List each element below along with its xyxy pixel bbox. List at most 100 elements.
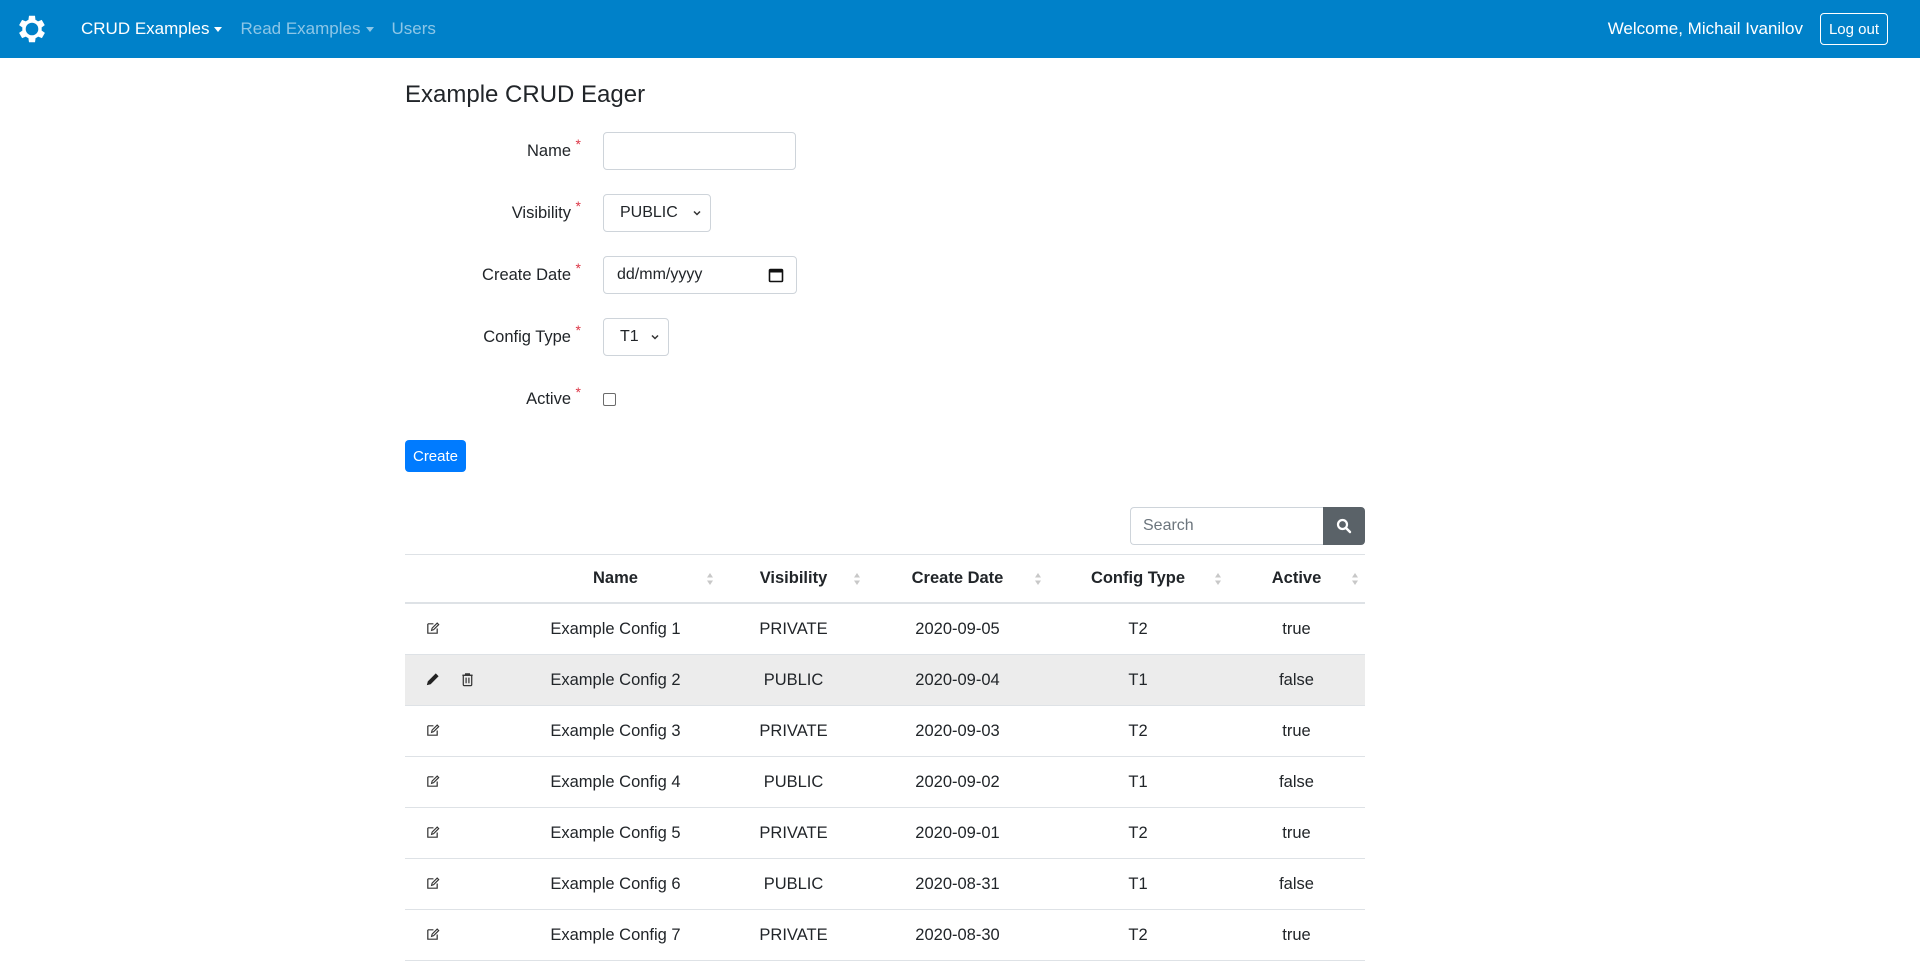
cell-visibility: PRIVATE xyxy=(759,619,828,638)
config-type-label: Config Type * xyxy=(405,322,581,347)
table-row[interactable]: Example Config 6 PUBLIC 2020-08-31 T1 fa… xyxy=(405,859,1365,910)
chevron-down-icon xyxy=(693,210,701,216)
create-date-input[interactable]: dd/mm/yyyy xyxy=(603,256,797,294)
cell-config-type: T2 xyxy=(1128,925,1148,944)
cell-create-date: 2020-09-01 xyxy=(915,823,1000,842)
cell-active: true xyxy=(1282,721,1311,740)
sort-icon xyxy=(1035,572,1041,585)
cell-active: false xyxy=(1279,874,1314,893)
table-row[interactable]: Example Config 3 PRIVATE 2020-09-03 T2 t… xyxy=(405,706,1365,757)
create-date-label-text: Create Date xyxy=(482,265,571,284)
edit-icon[interactable] xyxy=(425,876,441,892)
table-row[interactable]: Example Config 5 PRIVATE 2020-09-01 T2 t… xyxy=(405,808,1365,859)
table-row[interactable]: Example Config 4 PUBLIC 2020-09-02 T1 fa… xyxy=(405,757,1365,808)
cell-visibility: PRIVATE xyxy=(759,823,828,842)
cell-config-type: T1 xyxy=(1128,874,1148,893)
logout-button[interactable]: Log out xyxy=(1819,13,1888,45)
required-marker: * xyxy=(575,321,581,338)
nav-users-label: Users xyxy=(391,19,436,38)
nav-crud-examples-label: CRUD Examples xyxy=(81,19,210,38)
column-header-visibility[interactable]: Visibility xyxy=(720,555,867,602)
active-checkbox[interactable] xyxy=(603,392,616,406)
nav-users[interactable]: Users xyxy=(383,19,445,39)
column-header-label: Config Type xyxy=(1090,569,1186,587)
cell-name: Example Config 5 xyxy=(550,823,681,842)
form-row-config-type: Config Type * T1 xyxy=(405,317,1365,357)
form-row-name: Name * xyxy=(405,131,1365,171)
table-row[interactable]: Example Config 2 PUBLIC 2020-09-04 T1 fa… xyxy=(405,655,1365,706)
welcome-text: Welcome, Michail Ivanilov xyxy=(1607,19,1803,38)
cell-visibility: PUBLIC xyxy=(763,874,824,893)
cell-create-date: 2020-08-30 xyxy=(915,925,1000,944)
nav-read-examples-label: Read Examples xyxy=(240,19,361,38)
visibility-label: Visibility * xyxy=(405,198,581,223)
row-actions xyxy=(405,672,511,688)
sort-icon xyxy=(854,572,860,585)
edit-icon[interactable] xyxy=(425,774,441,790)
cell-visibility: PUBLIC xyxy=(763,772,824,791)
row-actions xyxy=(405,825,511,841)
cell-config-type: T2 xyxy=(1128,619,1148,638)
nav-read-examples[interactable]: Read Examples xyxy=(231,19,382,39)
cell-config-type: T2 xyxy=(1128,823,1148,842)
cell-active: true xyxy=(1282,925,1311,944)
table-row[interactable]: Example Config 7 PRIVATE 2020-08-30 T2 t… xyxy=(405,910,1365,961)
search-icon xyxy=(1336,518,1352,534)
name-label: Name * xyxy=(405,136,581,161)
chevron-down-icon xyxy=(651,334,659,340)
active-label-text: Active xyxy=(526,389,571,408)
edit-icon[interactable] xyxy=(425,825,441,841)
visibility-label-text: Visibility xyxy=(511,203,571,222)
column-header-config-type[interactable]: Config Type xyxy=(1048,555,1228,602)
caret-down-icon xyxy=(365,26,374,32)
form-row-active: Active * xyxy=(405,379,1365,419)
pencil-icon[interactable] xyxy=(425,672,441,688)
table-row[interactable]: Example Config 1 PRIVATE 2020-09-05 T2 t… xyxy=(405,604,1365,655)
column-header-active[interactable]: Active xyxy=(1228,555,1365,602)
cell-active: false xyxy=(1279,772,1314,791)
cell-name: Example Config 2 xyxy=(550,670,681,689)
cell-name: Example Config 6 xyxy=(550,874,681,893)
table-header: Name Visibility Create Date Config Type … xyxy=(405,554,1365,604)
column-header-name[interactable]: Name xyxy=(511,555,720,602)
create-button[interactable]: Create xyxy=(405,440,466,472)
required-marker: * xyxy=(575,383,581,400)
search-input[interactable]: Search xyxy=(1130,507,1323,545)
create-date-label: Create Date * xyxy=(405,260,581,285)
search-button[interactable] xyxy=(1323,507,1365,545)
edit-icon[interactable] xyxy=(425,927,441,943)
column-header-label: Visibility xyxy=(759,569,828,587)
trash-icon[interactable] xyxy=(460,672,476,688)
brand-logo[interactable] xyxy=(0,0,64,58)
cell-create-date: 2020-09-03 xyxy=(915,721,1000,740)
cell-create-date: 2020-09-05 xyxy=(915,619,1000,638)
column-header-create-date[interactable]: Create Date xyxy=(867,555,1048,602)
visibility-select[interactable]: PUBLIC xyxy=(603,194,711,232)
row-actions xyxy=(405,723,511,739)
edit-icon[interactable] xyxy=(425,621,441,637)
cell-config-type: T2 xyxy=(1128,721,1148,740)
visibility-select-value: PUBLIC xyxy=(620,204,678,221)
cell-visibility: PRIVATE xyxy=(759,925,828,944)
cell-config-type: T1 xyxy=(1128,670,1148,689)
row-actions xyxy=(405,876,511,892)
gear-icon xyxy=(19,15,45,43)
form-row-visibility: Visibility * PUBLIC xyxy=(405,193,1365,233)
table-body: Example Config 1 PRIVATE 2020-09-05 T2 t… xyxy=(405,604,1365,961)
cell-visibility: PUBLIC xyxy=(763,670,824,689)
cell-config-type: T1 xyxy=(1128,772,1148,791)
column-header-actions xyxy=(405,555,511,602)
name-input[interactable] xyxy=(603,132,796,170)
row-actions xyxy=(405,621,511,637)
sort-icon xyxy=(1352,572,1358,585)
nav-crud-examples[interactable]: CRUD Examples xyxy=(72,19,231,39)
edit-icon[interactable] xyxy=(425,723,441,739)
calendar-icon[interactable] xyxy=(768,267,784,283)
required-marker: * xyxy=(575,197,581,214)
cell-name: Example Config 4 xyxy=(550,772,681,791)
cell-create-date: 2020-09-02 xyxy=(915,772,1000,791)
config-type-select[interactable]: T1 xyxy=(603,318,669,356)
cell-active: true xyxy=(1282,619,1311,638)
cell-create-date: 2020-09-04 xyxy=(915,670,1000,689)
cell-name: Example Config 7 xyxy=(550,925,681,944)
